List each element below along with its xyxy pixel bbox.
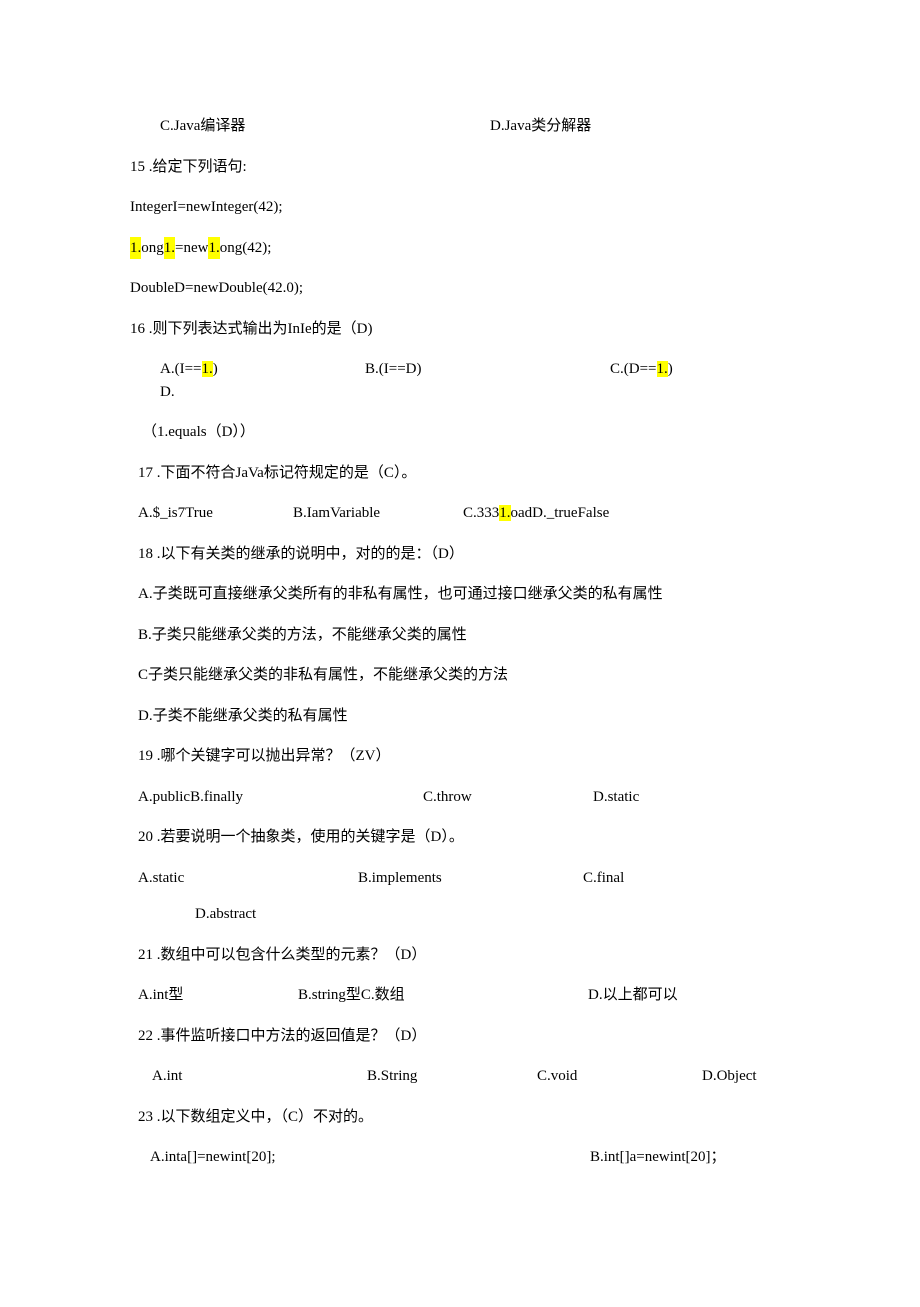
q16-stem: 16 .则下列表达式输出为InIe的是（D) (130, 318, 790, 341)
q15-code-line-2: 1.ong1.=new1.ong(42); (130, 237, 790, 260)
q20-options-row2: D.abstract (130, 903, 790, 926)
q22-option-c: C.void (537, 1065, 702, 1088)
q22-options-row: A.int B.String C.void D.Object (130, 1065, 790, 1088)
q15-code1-text: IntegerI=newInteger(42); (130, 196, 283, 219)
q23-stem: 23 .以下数组定义中，（C）不对的。 (130, 1106, 790, 1129)
q17-option-c-p1: C.333 (463, 505, 499, 521)
q23-option-a: A.inta[]=newint[20]; (150, 1146, 590, 1169)
q16-option-b: B.(I==D) (365, 358, 610, 381)
q18-stem-text: 18 .以下有关类的继承的说明中，对的的是：（D） (138, 543, 464, 566)
q17-option-c-hl: 1. (499, 505, 510, 521)
q19-option-d: D.static (593, 786, 639, 809)
q15-code3-text: DoubleD=newDouble(42.0); (130, 277, 303, 300)
q21-stem-text: 21 .数组中可以包含什么类型的元素？（D） (138, 944, 426, 967)
q19-stem: 19 .哪个关键字可以抛出异常？（ZV） (130, 745, 790, 768)
q15-code2-p4: =new (175, 237, 208, 260)
q21-stem: 21 .数组中可以包含什么类型的元素？（D） (130, 944, 790, 967)
q16-stem-text: 16 .则下列表达式输出为InIe的是（D) (130, 318, 372, 341)
q22-option-b: B.String (367, 1065, 537, 1088)
q15-code-line-3: DoubleD=newDouble(42.0); (130, 277, 790, 300)
q15-stem: 15 .给定下列语句: (130, 156, 790, 179)
q19-stem-text: 19 .哪个关键字可以抛出异常？（ZV） (138, 745, 391, 768)
q21-options-row: A.int型 B.string型C.数组 D.以上都可以 (130, 984, 790, 1007)
q17-options-row: A.$_is7True B.IamVariable C.3331.oadD._t… (130, 502, 790, 525)
document-page: C.Java编译器 D.Java类分解器 15 .给定下列语句: Integer… (0, 0, 920, 1307)
q22-option-d: D.Object (702, 1065, 757, 1088)
q20-stem: 20 .若要说明一个抽象类，使用的关键字是（D）。 (130, 826, 790, 849)
q15-stem-text: 15 .给定下列语句: (130, 156, 247, 179)
q16-option-a-end: ) (213, 361, 218, 377)
q18-stem: 18 .以下有关类的继承的说明中，对的的是：（D） (130, 543, 790, 566)
q20-option-d: D.abstract (195, 903, 256, 926)
q16-option-c-hl: 1. (657, 361, 668, 377)
q18-option-c-text: C子类只能继承父类的非私有属性，不能继承父类的方法 (138, 664, 508, 687)
q22-option-a: A.int (152, 1065, 367, 1088)
q16-cont-text: （1.equals（D）） (142, 421, 255, 444)
q18-option-a: A.子类既可直接继承父类所有的非私有属性，也可通过接口继承父类的私有属性 (130, 583, 790, 606)
q19-options-row: A.publicB.finally C.throw D.static (130, 786, 790, 809)
q14-option-c: C.Java编译器 (130, 115, 490, 138)
q18-option-b-text: B.子类只能继承父类的方法，不能继承父类的属性 (138, 624, 467, 647)
q15-code2-p2: ong (141, 237, 164, 260)
q18-option-c: C子类只能继承父类的非私有属性，不能继承父类的方法 (130, 664, 790, 687)
q18-option-d: D.子类不能继承父类的私有属性 (130, 705, 790, 728)
q16-option-c-p1: C.(D== (610, 361, 657, 377)
q17-option-c-wrap: C.3331.oadD._trueFalse (463, 502, 609, 525)
q14-option-d: D.Java类分解器 (490, 115, 591, 138)
q20-stem-text: 20 .若要说明一个抽象类，使用的关键字是（D）。 (138, 826, 464, 849)
q16-option-c-wrap: C.(D==1.) (610, 358, 780, 381)
q21-option-b: B.string型C.数组 (298, 984, 588, 1007)
q16-option-a-hl: 1. (202, 361, 213, 377)
q16-option-c-end: ) (668, 361, 673, 377)
q17-option-c-p2: oadD._trueFalse (511, 505, 610, 521)
q20-option-b: B.implements (358, 867, 583, 890)
q22-stem-text: 22 .事件监听接口中方法的返回值是？（D） (138, 1025, 426, 1048)
q17-option-b: B.IamVariable (293, 502, 463, 525)
q21-option-d: D.以上都可以 (588, 984, 678, 1007)
q20-option-c: C.final (583, 867, 624, 890)
q19-option-c: C.throw (423, 786, 593, 809)
q17-stem-text: 17 .下面不符合JaVa标记符规定的是（C）。 (138, 462, 416, 485)
q14-options-row: C.Java编译器 D.Java类分解器 (130, 115, 790, 138)
q15-code-line-1: IntegerI=newInteger(42); (130, 196, 790, 219)
q21-option-a: A.int型 (138, 984, 298, 1007)
q20-options-row1: A.static B.implements C.final (130, 867, 790, 890)
q16-options-row: A.(I==1.) B.(I==D) C.(D==1.) D. (130, 358, 790, 403)
q15-code2-hl3: 1. (208, 237, 219, 260)
q18-option-b: B.子类只能继承父类的方法，不能继承父类的属性 (130, 624, 790, 647)
q18-option-d-text: D.子类不能继承父类的私有属性 (138, 705, 348, 728)
q20-option-a: A.static (138, 867, 358, 890)
q18-option-a-text: A.子类既可直接继承父类所有的非私有属性，也可通过接口继承父类的私有属性 (138, 583, 663, 606)
q19-option-a: A.publicB.finally (138, 786, 423, 809)
q23-options-row: A.inta[]=newint[20]; B.int[]a=newint[20]… (130, 1146, 790, 1169)
q15-code2-p6: ong(42); (220, 237, 272, 260)
q16-continuation: （1.equals（D）） (130, 421, 790, 444)
q23-option-b: B.int[]a=newint[20]； (590, 1146, 726, 1169)
q16-option-a-p1: A.(I== (160, 361, 202, 377)
q22-stem: 22 .事件监听接口中方法的返回值是？（D） (130, 1025, 790, 1048)
q23-stem-text: 23 .以下数组定义中，（C）不对的。 (138, 1106, 373, 1129)
q17-stem: 17 .下面不符合JaVa标记符规定的是（C）。 (130, 462, 790, 485)
q15-code2-hl1: 1. (130, 237, 141, 260)
q17-option-a: A.$_is7True (138, 502, 293, 525)
q16-option-d: D. (160, 381, 175, 404)
q15-code2-hl2: 1. (164, 237, 175, 260)
q16-option-a-wrap: A.(I==1.) (160, 358, 365, 381)
